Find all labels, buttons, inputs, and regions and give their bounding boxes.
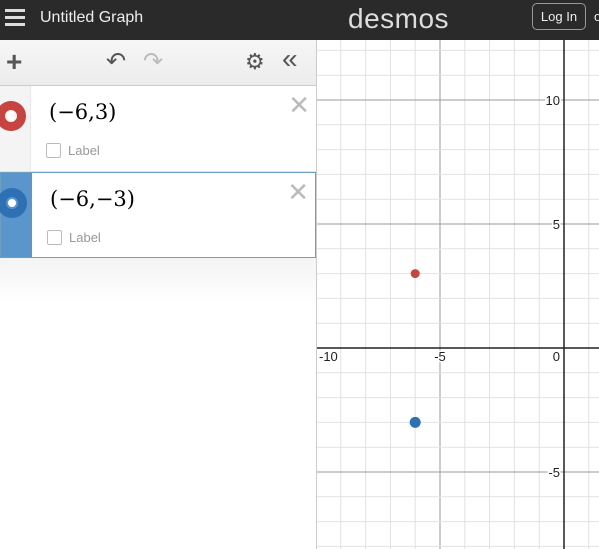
y-tick-label: -5 <box>548 465 560 480</box>
top-bar: Untitled Graph desmos Log In or <box>0 0 599 40</box>
desmos-logo: desmos <box>348 3 450 34</box>
signup-text[interactable]: or <box>594 9 599 24</box>
point-color-icon[interactable] <box>0 188 27 218</box>
label-text: Label <box>69 230 101 245</box>
expression-input[interactable]: (−6,3) <box>49 100 116 124</box>
expression-row[interactable]: (−6,3) ✕ Label <box>0 86 316 172</box>
login-button[interactable]: Log In <box>532 3 586 30</box>
expression-toolbar: + ↶ ↷ ⚙ « <box>0 40 316 86</box>
collapse-icon[interactable]: « <box>282 45 298 73</box>
label-checkbox[interactable] <box>47 230 62 245</box>
undo-icon[interactable]: ↶ <box>106 48 126 76</box>
y-tick-label: 5 <box>553 217 560 232</box>
label-text: Label <box>68 143 100 158</box>
new-expression-area[interactable] <box>0 258 316 306</box>
redo-icon[interactable]: ↷ <box>143 48 163 76</box>
point-color-icon[interactable] <box>0 101 26 131</box>
gear-icon[interactable]: ⚙ <box>245 48 265 76</box>
expression-panel: + ↶ ↷ ⚙ « (−6,3) ✕ Label (−6,−3) ✕ Label <box>0 40 317 549</box>
graph-point[interactable] <box>409 416 421 428</box>
close-icon[interactable]: ✕ <box>287 177 309 208</box>
x-tick-label: -10 <box>319 349 338 364</box>
label-checkbox[interactable] <box>46 143 61 158</box>
add-icon[interactable]: + <box>6 48 22 76</box>
close-icon[interactable]: ✕ <box>288 90 310 121</box>
y-tick-label: 10 <box>546 93 560 108</box>
expression-input[interactable]: (−6,−3) <box>50 187 135 211</box>
graph-title[interactable]: Untitled Graph <box>40 9 143 27</box>
graph-point[interactable] <box>410 269 420 279</box>
graph-canvas[interactable]: -10 -5 0 10 5 -5 <box>317 40 599 549</box>
x-tick-label: -5 <box>434 349 446 364</box>
x-tick-label: 0 <box>553 349 560 364</box>
menu-icon[interactable] <box>5 9 25 27</box>
expression-row[interactable]: (−6,−3) ✕ Label <box>0 172 316 258</box>
